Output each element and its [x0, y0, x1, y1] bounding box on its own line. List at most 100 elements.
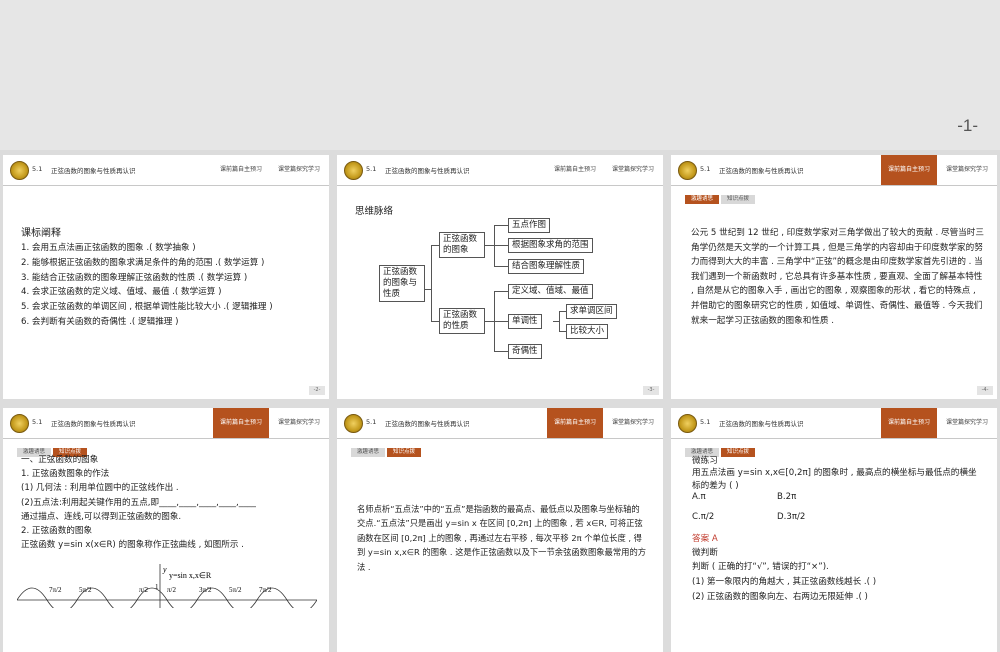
- subtab-knowledge[interactable]: 知识点拨: [721, 448, 756, 457]
- subtab-knowledge[interactable]: 知识点拨: [721, 195, 756, 204]
- list-item: 5. 会求正弦函数的单调区间 , 根据单调性能比较大小 .( 逻辑推理 ): [21, 302, 273, 313]
- school-logo-icon: [344, 414, 363, 433]
- tab-explore[interactable]: 课堂篇探究学习: [269, 408, 329, 438]
- section-heading: 思维脉络: [355, 206, 394, 217]
- text-line: 一、正弦函数的图象: [21, 455, 99, 465]
- tab-explore[interactable]: 课堂篇探究学习: [269, 155, 329, 185]
- text-line: 通过描点、连线,可以得到正弦函数的图象.: [21, 511, 182, 522]
- section-heading: 课标阐释: [21, 228, 61, 239]
- judge-item-2: (2) 正弦函数的图象向左、右两边无限延伸 .( ): [692, 592, 868, 602]
- lesson-title: 正弦函数的图象与性质再认识: [719, 167, 804, 175]
- x-tick-label: 5π/2: [229, 586, 242, 594]
- practice-heading: 微练习: [692, 456, 718, 466]
- lesson-code: 5.1: [366, 418, 377, 426]
- option-d: D.3π/2: [777, 512, 806, 522]
- slide-thumbnail-6[interactable]: 5.1 正弦函数的图象与性质再认识 课前篇自主预习 课堂篇探究学习 激趣诱思 知识…: [337, 408, 663, 652]
- x-tick-label: 5π/2: [79, 586, 92, 594]
- slide-number: -4-: [977, 386, 993, 395]
- blank-slide-area: -1-: [0, 0, 1000, 150]
- lesson-code: 5.1: [700, 418, 711, 426]
- connector-line: [559, 311, 560, 331]
- answer-text: 答案 A: [692, 534, 718, 544]
- slide-header: 5.1 正弦函数的图象与性质再认识 课前篇自主预习 课堂篇探究学习: [671, 155, 997, 186]
- x-tick-label: π/2: [167, 586, 176, 594]
- connector-line: [431, 245, 432, 322]
- school-logo-icon: [344, 161, 363, 180]
- x-tick-label: 7π/2: [259, 586, 272, 594]
- slide-number: -3-: [643, 386, 659, 395]
- x-tick-label: π/2: [139, 586, 148, 594]
- sine-curve-graph: y y=sin x,x∈R 1 7π/2 5π/2 π/2 π/2 3π/2 5…: [17, 564, 317, 608]
- mindmap-find-intervals: 求单调区间: [566, 304, 617, 319]
- slide-thumbnail-3[interactable]: 5.1 正弦函数的图象与性质再认识 课前篇自主预习 课堂篇探究学习 思维脉络 正…: [337, 155, 663, 399]
- text-line: (1) 几何法 : 利用单位圆中的正弦线作出 .: [21, 483, 179, 494]
- slide-thumbnail-5[interactable]: 5.1 正弦函数的图象与性质再认识 课前篇自主预习 课堂篇探究学习 激趣诱思 知识…: [3, 408, 329, 652]
- list-item: 6. 会判断有关函数的奇偶性 .( 逻辑推理 ): [21, 316, 179, 327]
- list-item: 3. 能结合正弦函数的图象理解正弦函数的性质 .( 数学运算 ): [21, 272, 248, 283]
- list-item: 4. 会求正弦函数的定义域、值域、最值 .( 数学运算 ): [21, 287, 222, 298]
- connector-line: [431, 245, 439, 246]
- tab-explore[interactable]: 课堂篇探究学习: [603, 408, 663, 438]
- slide-header: 5.1 正弦函数的图象与性质再认识 课前篇自主预习 课堂篇探究学习: [671, 408, 997, 439]
- tab-preview[interactable]: 课前篇自主预习: [213, 155, 269, 185]
- slide-thumbnail-2[interactable]: 5.1 正弦函数的图象与性质再认识 课前篇自主预习 课堂篇探究学习 课标阐释 1…: [3, 155, 329, 399]
- mindmap-compare: 比较大小: [566, 324, 609, 339]
- subtab-motivate[interactable]: 激趣诱思: [351, 448, 386, 457]
- content-text: 一、正弦函数的图象 1. 正弦函数图象的作法 (1) 几何法 : 利用单位圆中的…: [21, 453, 256, 552]
- connector-line: [494, 266, 508, 267]
- tab-preview[interactable]: 课前篇自主预习: [881, 155, 937, 185]
- lesson-code: 5.1: [700, 165, 711, 173]
- tab-preview[interactable]: 课前篇自主预习: [881, 408, 937, 438]
- slide-thumbnail-4[interactable]: 5.1 正弦函数的图象与性质再认识 课前篇自主预习 课堂篇探究学习 激趣诱思 知识…: [671, 155, 997, 399]
- subtab-motivate[interactable]: 激趣诱思: [685, 195, 720, 204]
- school-logo-icon: [10, 161, 29, 180]
- connector-line: [494, 321, 508, 322]
- connector-line: [494, 291, 508, 292]
- option-c: C.π/2: [692, 512, 715, 522]
- subtab-bar: 激趣诱思 知识点拨: [685, 185, 757, 204]
- intro-paragraph: 公元 5 世纪到 12 世纪 , 印度数学家对三角学做出了较大的贡献 . 尽管当…: [691, 228, 984, 326]
- slide-header: 5.1 正弦函数的图象与性质再认识 课前篇自主预习 课堂篇探究学习: [3, 408, 329, 439]
- slide-header: 5.1 正弦函数的图象与性质再认识 课前篇自主预习 课堂篇探究学习: [3, 155, 329, 186]
- tab-preview[interactable]: 课前篇自主预习: [547, 408, 603, 438]
- mindmap-root: 正弦函数的图象与性质: [379, 265, 425, 302]
- subtab-bar: 激趣诱思 知识点拨: [17, 438, 89, 457]
- option-a: A.π: [692, 492, 706, 502]
- y-axis-label: y: [162, 565, 167, 574]
- connector-line: [559, 331, 566, 332]
- connector-line: [494, 225, 495, 267]
- subtab-knowledge[interactable]: 知识点拨: [387, 448, 422, 457]
- slide-thumbnail-7[interactable]: 5.1 正弦函数的图象与性质再认识 课前篇自主预习 课堂篇探究学习 激趣诱思 知识…: [671, 408, 997, 652]
- school-logo-icon: [10, 414, 29, 433]
- option-b: B.2π: [777, 492, 797, 502]
- tab-preview[interactable]: 课前篇自主预习: [547, 155, 603, 185]
- mindmap-angle-range: 根据图象求角的范围: [508, 238, 593, 253]
- lesson-title: 正弦函数的图象与性质再认识: [51, 167, 136, 175]
- slide-header: 5.1 正弦函数的图象与性质再认识 课前篇自主预习 课堂篇探究学习: [337, 155, 663, 186]
- slide-header: 5.1 正弦函数的图象与性质再认识 课前篇自主预习 课堂篇探究学习: [337, 408, 663, 439]
- school-logo-icon: [678, 414, 697, 433]
- lesson-title: 正弦函数的图象与性质再认识: [385, 420, 470, 428]
- subtab-bar: 激趣诱思 知识点拨: [351, 438, 423, 457]
- mindmap-domain-range: 定义域、值域、最值: [508, 284, 593, 299]
- lesson-title: 正弦函数的图象与性质再认识: [719, 420, 804, 428]
- mindmap-graph-node: 正弦函数的图象: [439, 232, 485, 258]
- subtab-bar: 激趣诱思 知识点拨: [685, 438, 757, 457]
- practice-question: 用五点法画 y=sin x,x∈[0,2π] 的图象时 , 最高点的横坐标与最低…: [692, 468, 977, 491]
- mindmap-parity: 奇偶性: [508, 344, 542, 359]
- tab-explore[interactable]: 课堂篇探究学习: [937, 408, 997, 438]
- connector-line: [485, 321, 494, 322]
- connector-line: [494, 245, 508, 246]
- school-logo-icon: [678, 161, 697, 180]
- tab-preview[interactable]: 课前篇自主预习: [213, 408, 269, 438]
- mindmap-understand-props: 结合图象理解性质: [508, 259, 585, 274]
- teacher-note-paragraph: 名师点析“五点法”中的“五点”是指函数的最高点、最低点以及图象与坐标轴的交点.“…: [357, 504, 647, 572]
- tab-explore[interactable]: 课堂篇探究学习: [603, 155, 663, 185]
- tab-explore[interactable]: 课堂篇探究学习: [937, 155, 997, 185]
- connector-line: [559, 311, 566, 312]
- connector-line: [431, 321, 439, 322]
- judge-instruction: 判断 ( 正确的打“√”, 错误的打“×”).: [692, 562, 829, 572]
- mindmap-props-node: 正弦函数的性质: [439, 308, 485, 334]
- mindmap-monotonicity: 单调性: [508, 314, 542, 329]
- lesson-code: 5.1: [32, 165, 43, 173]
